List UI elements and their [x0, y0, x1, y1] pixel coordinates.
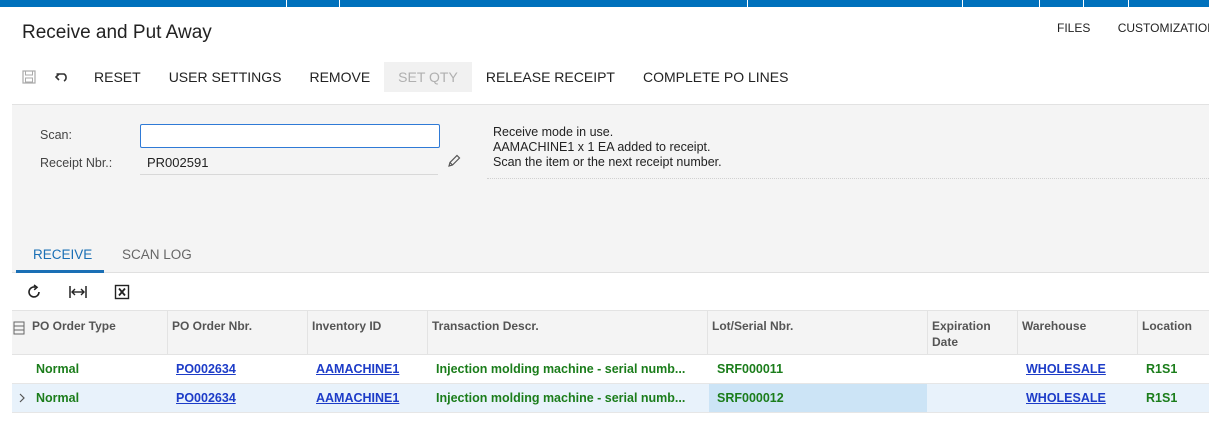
cell-po-order-nbr[interactable]: PO002634 — [168, 384, 307, 412]
cell-po-order-type: Normal — [36, 391, 80, 405]
fit-columns-icon[interactable] — [56, 274, 100, 310]
col-expiration-date[interactable]: Expiration Date — [927, 311, 1017, 355]
col-po-order-type[interactable]: PO Order Type — [28, 311, 168, 355]
cell-lot-serial-nbr[interactable]: SRF000012 — [709, 384, 927, 412]
release-receipt-button[interactable]: RELEASE RECEIPT — [472, 62, 629, 92]
export-excel-icon[interactable] — [100, 274, 144, 310]
cell-inventory-id[interactable]: AAMACHINE1 — [308, 384, 427, 412]
col-inventory-id[interactable]: Inventory ID — [307, 311, 427, 355]
cell-warehouse[interactable]: WHOLESALE — [1018, 355, 1137, 383]
cell-inventory-id[interactable]: AAMACHINE1 — [308, 355, 427, 383]
receipt-nbr-field[interactable]: PR002591 — [140, 153, 438, 175]
grid-header: PO Order Type PO Order Nbr. Inventory ID… — [12, 310, 1209, 355]
cell-expiration-date[interactable] — [928, 355, 1017, 383]
tab-receive[interactable]: RECEIVE — [33, 247, 92, 262]
receipt-lines-grid: PO Order Type PO Order Nbr. Inventory ID… — [12, 310, 1209, 413]
tab-scan-log[interactable]: SCAN LOG — [122, 247, 192, 262]
message-panel: Receive mode in use. AAMACHINE1 x 1 EA a… — [487, 125, 1209, 179]
col-po-order-nbr[interactable]: PO Order Nbr. — [167, 311, 307, 355]
cell-po-order-nbr[interactable]: PO002634 — [168, 355, 307, 383]
files-link[interactable]: FILES — [1057, 21, 1090, 35]
cell-warehouse[interactable]: WHOLESALE — [1018, 384, 1137, 412]
message-line: AAMACHINE1 x 1 EA added to receipt. — [493, 140, 711, 154]
cell-expiration-date[interactable] — [928, 384, 1017, 412]
customization-link[interactable]: CUSTOMIZATION — [1118, 21, 1209, 35]
header-links: FILES CUSTOMIZATION — [1057, 21, 1209, 35]
active-tab-indicator — [16, 270, 104, 273]
main-toolbar: RESET USER SETTINGS REMOVE SET QTY RELEA… — [12, 62, 802, 92]
col-warehouse[interactable]: Warehouse — [1017, 311, 1137, 355]
cell-lot-serial-nbr[interactable]: SRF000011 — [709, 355, 927, 383]
table-row[interactable]: Normal PO002634 AAMACHINE1 Injection mol… — [12, 384, 1209, 413]
receipt-nbr-label: Receipt Nbr.: — [40, 156, 113, 170]
cell-location: R1S1 — [1146, 391, 1178, 405]
remove-button[interactable]: REMOVE — [295, 62, 384, 92]
col-lot-serial-nbr[interactable]: Lot/Serial Nbr. — [707, 311, 927, 355]
form-area: Scan: Receipt Nbr.: PR002591 Receive mod… — [12, 104, 1209, 237]
table-row[interactable]: Normal PO002634 AAMACHINE1 Injection mol… — [12, 355, 1209, 384]
save-icon[interactable] — [12, 62, 46, 92]
undo-icon[interactable] — [46, 62, 80, 92]
set-qty-button[interactable]: SET QTY — [384, 62, 472, 92]
reset-button[interactable]: RESET — [80, 62, 155, 92]
cell-po-order-type: Normal — [36, 362, 80, 376]
user-settings-button[interactable]: USER SETTINGS — [155, 62, 296, 92]
complete-po-lines-button[interactable]: COMPLETE PO LINES — [629, 62, 802, 92]
grid-toolbar — [12, 274, 1209, 310]
refresh-icon[interactable] — [12, 274, 56, 310]
col-transaction-descr[interactable]: Transaction Descr. — [427, 311, 707, 355]
message-line: Receive mode in use. — [493, 125, 614, 139]
cell-transaction-descr: Injection molding machine - serial numb.… — [436, 391, 686, 405]
page-title: Receive and Put Away — [22, 22, 212, 43]
message-line: Scan the item or the next receipt number… — [493, 155, 722, 169]
col-location[interactable]: Location — [1137, 311, 1209, 355]
cell-location: R1S1 — [1146, 362, 1178, 376]
scan-input[interactable] — [140, 124, 440, 148]
tab-bar: RECEIVE SCAN LOG — [12, 237, 1209, 273]
cell-transaction-descr: Injection molding machine - serial numb.… — [436, 362, 686, 376]
top-nav-bar — [0, 0, 1209, 7]
pencil-icon[interactable] — [446, 153, 462, 174]
scan-label: Scan: — [40, 128, 72, 142]
